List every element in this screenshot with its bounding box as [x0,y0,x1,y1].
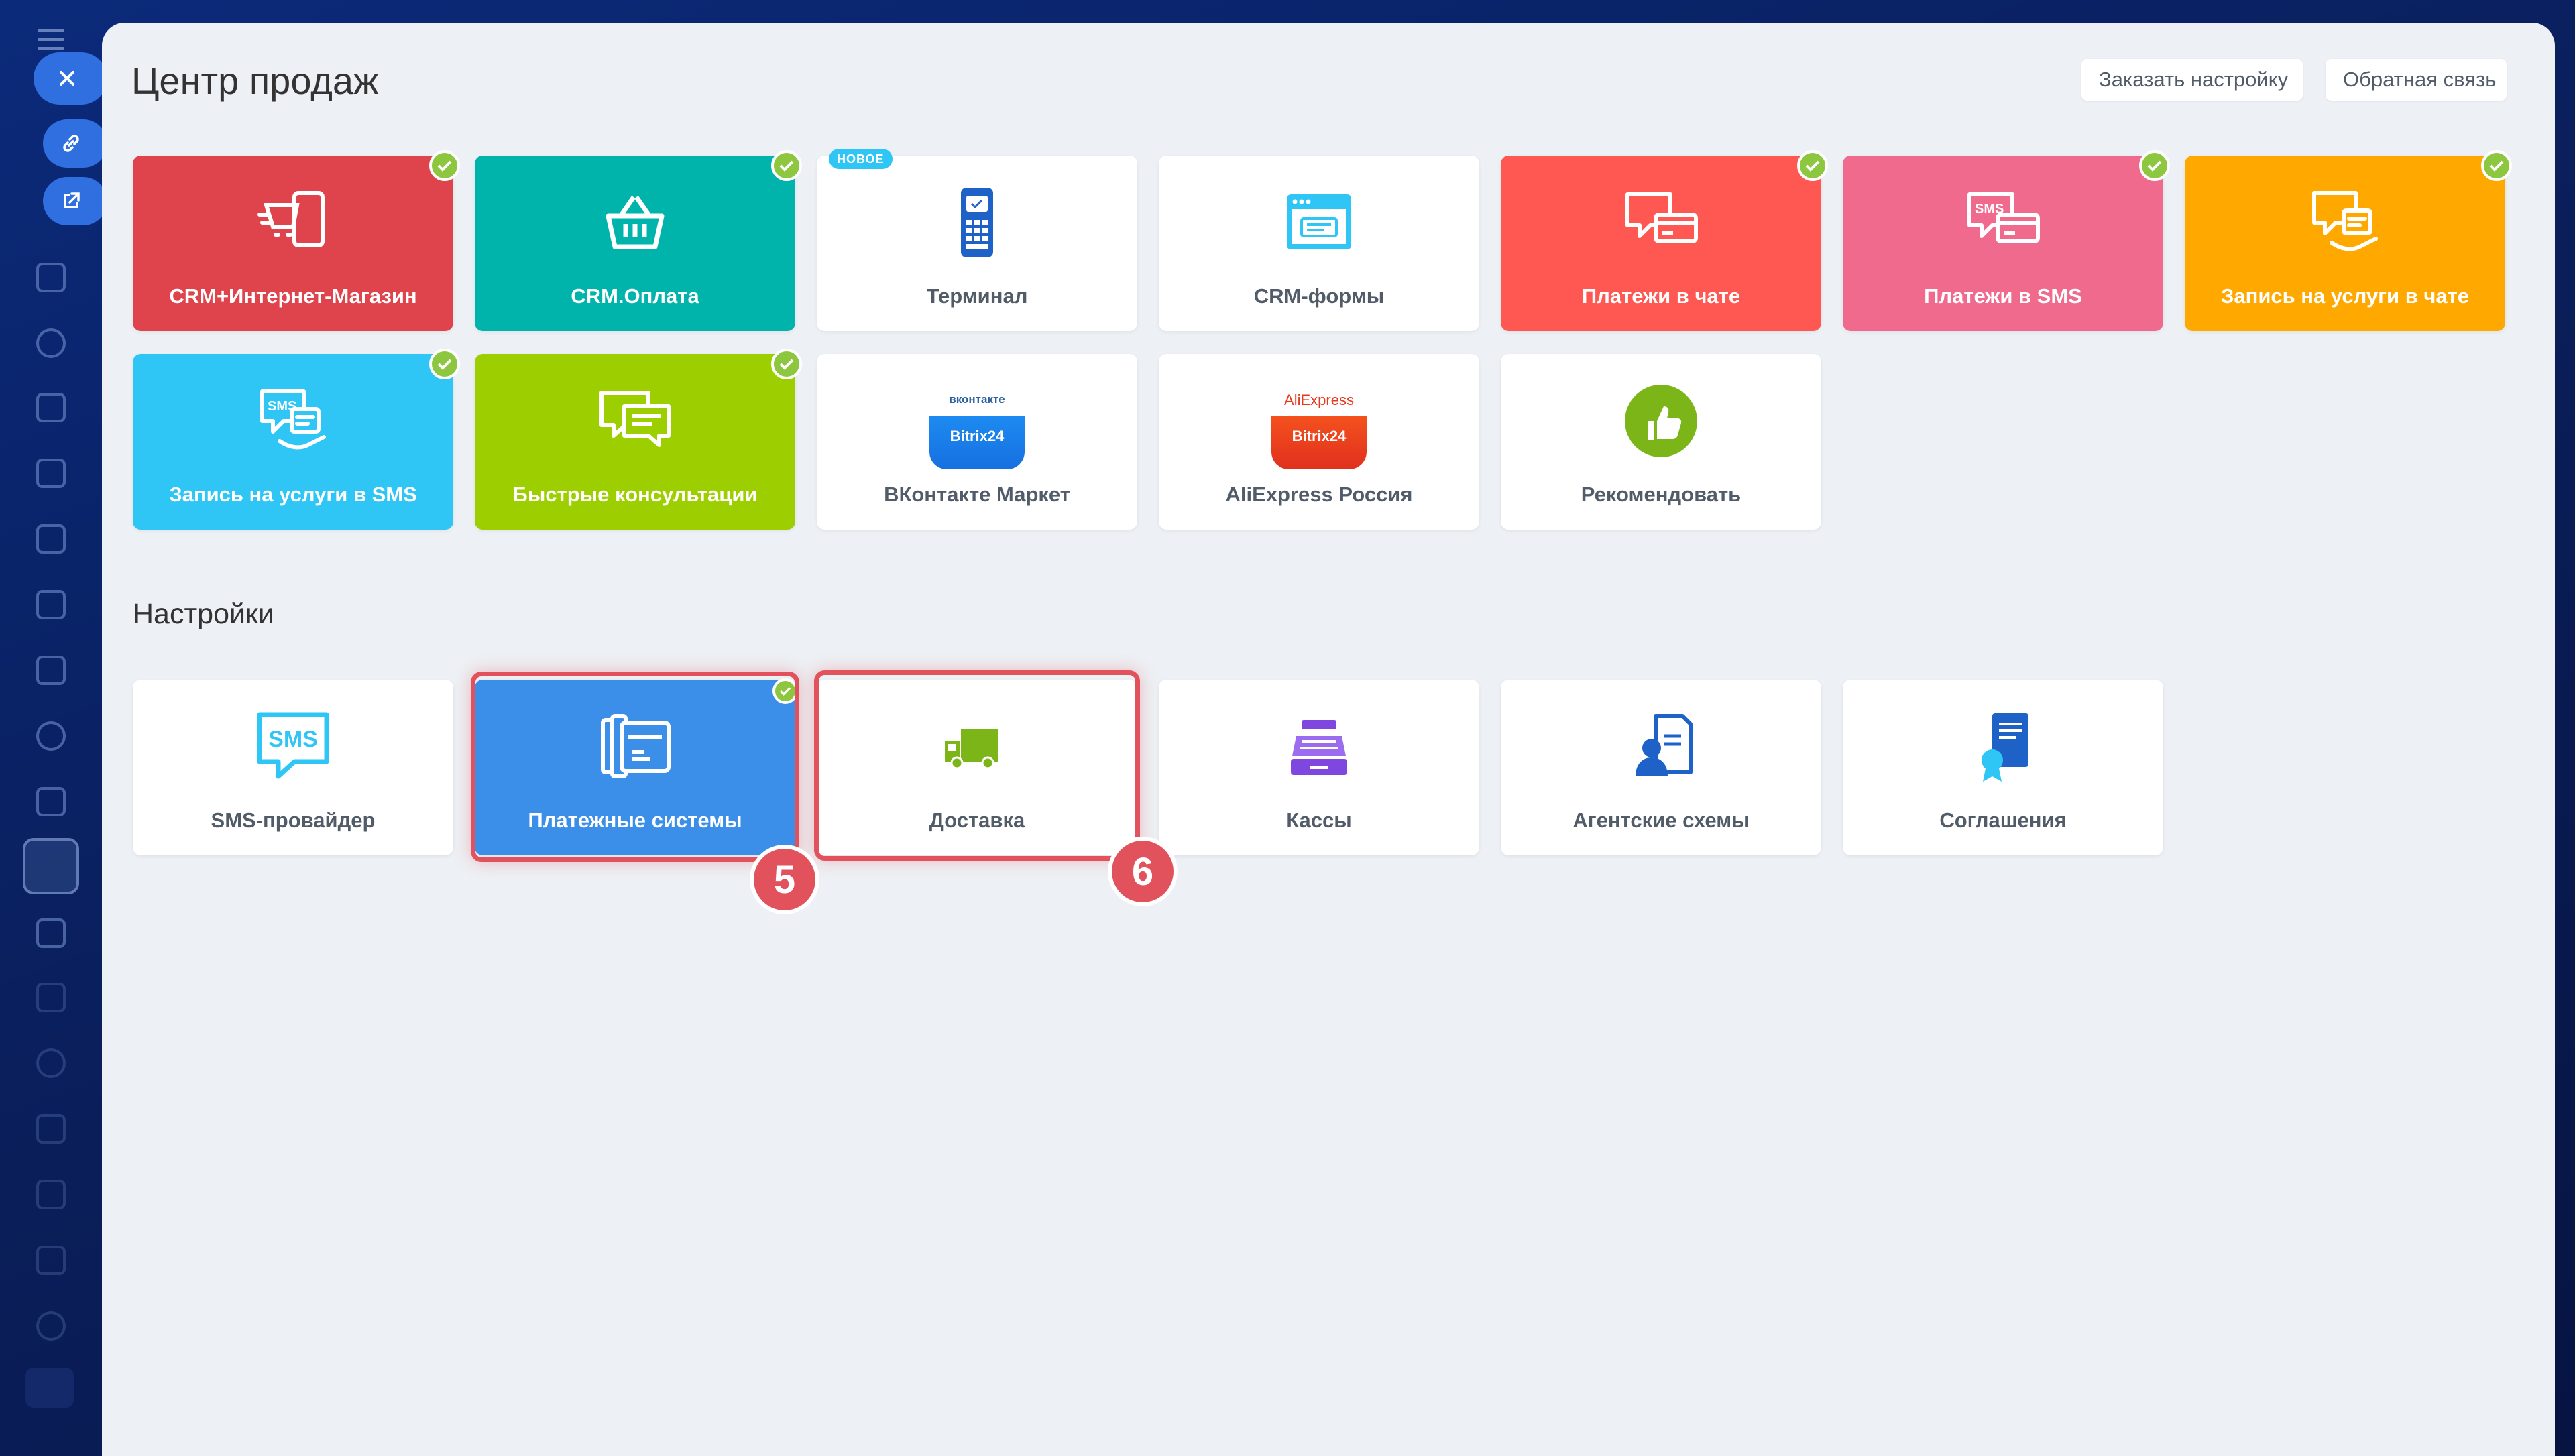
sms-booking-icon: SMS [260,389,326,450]
feedback-button[interactable]: Обратная связь [2326,59,2507,101]
pen-icon[interactable] [36,1246,66,1275]
thumbs-up-icon [1625,385,1697,457]
tile-agent-schemes[interactable]: Агентские схемы [1501,680,1821,855]
tile-label: Агентские схемы [1572,808,1750,832]
sales-center-panel: Центр продаж Заказать настройку Обратная… [102,23,2555,1456]
tile-terminal[interactable]: НОВОЕ Терминал [817,149,1137,331]
settings-icon[interactable] [36,1311,66,1341]
tile-vk-market[interactable]: вконтакте Bitrix24 ВКонтакте Маркет [817,354,1137,530]
tile-label: AliExpress Россия [1225,483,1413,506]
external-link-icon [64,192,80,208]
step-marker-5: 5 [750,845,819,914]
schedule-icon[interactable] [36,918,66,948]
tile-label: CRM.Оплата [571,284,699,308]
basket-icon [606,196,665,249]
check-icon [771,150,802,181]
sms-provider-icon: SMS [257,712,329,779]
bitrix-logo-text: Bitrix24 [950,428,1005,444]
chat-booking-icon [2312,191,2378,251]
tile-label: CRM-формы [1253,284,1385,308]
edit-doc-icon[interactable] [36,1180,66,1209]
consult-chat-icon [599,391,671,447]
target-icon[interactable] [36,1048,66,1078]
cart-phone-icon [258,191,325,247]
link-icon [63,135,79,152]
check-icon [2139,150,2170,181]
user-avatar[interactable] [25,1368,74,1408]
tile-chat-booking[interactable]: Запись на услуги в чате [2185,150,2512,331]
menu-icon[interactable] [38,29,64,50]
tile-sms-provider[interactable]: SMS SMS-провайдер [133,680,453,855]
sales-center-icon[interactable] [23,838,79,894]
agent-scheme-icon [1636,714,1693,776]
presentation-icon[interactable] [36,524,66,554]
new-badge: НОВОЕ [829,149,893,169]
tile-label: Соглашения [1939,808,2067,832]
aliexpress-logo-text: AliExpress [1284,391,1354,408]
sms-payment-icon: SMS [1967,192,2040,243]
check-icon [2481,150,2512,181]
tile-label: Быстрые консультации [512,483,758,506]
tile-crm-forms[interactable]: CRM-формы [1159,156,1479,331]
close-slider-button[interactable] [34,52,107,105]
tile-label: Терминал [926,284,1028,308]
agreement-icon [1982,713,2028,782]
bitrix-logo-text: Bitrix24 [1292,428,1347,444]
check-icon [429,349,460,379]
mail-icon[interactable] [36,656,66,685]
tile-label: Запись на услуги в чате [2220,284,2470,308]
highlight-payment-systems [471,672,799,862]
contacts-icon[interactable] [36,721,66,751]
vk-logo-text: вконтакте [949,393,1005,406]
vk-market-icon: вконтакте Bitrix24 [929,374,1025,469]
tile-sms-booking[interactable]: SMS Запись на услуги в SMS [133,349,460,530]
chat-payment-icon [1625,192,1698,243]
tile-cash-registers[interactable]: Кассы [1159,680,1479,855]
tile-crm-online-store[interactable]: CRM+Интернет-Магазин [133,150,460,331]
calendar-icon[interactable] [36,393,66,422]
check-icon [1797,150,1828,181]
close-icon [60,71,74,86]
document-icon[interactable] [36,263,66,292]
left-sidebar [0,0,107,1456]
highlight-delivery [814,670,1140,861]
sms-icon-text: SMS [268,727,318,752]
check-icon [429,150,460,181]
tile-label: CRM+Интернет-Магазин [169,284,417,308]
open-new-window-button[interactable] [43,177,107,225]
svg-text:SMS: SMS [1975,202,2004,217]
crm-form-icon [1287,194,1351,249]
aliexpress-icon: AliExpress Bitrix24 [1271,374,1367,469]
tile-label: ВКонтакте Маркет [884,483,1070,506]
tile-label: Рекомендовать [1581,483,1741,506]
tile-sms-payments[interactable]: SMS Платежи в SMS [1843,150,2170,331]
shop-cart-icon[interactable] [36,1114,66,1144]
svg-text:SMS: SMS [268,399,296,414]
tile-recommend[interactable]: Рекомендовать [1501,354,1821,530]
page-title: Центр продаж [131,60,379,102]
tile-quick-consult[interactable]: Быстрые консультации [475,349,802,530]
tile-label: Платежи в SMS [1924,284,2082,308]
check-icon [771,349,802,379]
tile-crm-payment[interactable]: CRM.Оплата [475,150,802,331]
file-icon[interactable] [36,459,66,488]
inbox-icon[interactable] [36,590,66,619]
terminal-icon [961,188,993,257]
tile-label: Кассы [1286,808,1352,832]
hexagon-icon[interactable] [36,328,66,358]
tile-label: SMS-провайдер [211,808,376,832]
step-marker-6: 6 [1108,837,1178,906]
store-icon[interactable] [36,983,66,1012]
copy-link-button[interactable] [43,119,107,168]
settings-title: Настройки [133,598,274,630]
cash-register-icon [1291,720,1347,775]
tasks-icon[interactable] [36,787,66,816]
tile-agreements[interactable]: Соглашения [1843,680,2163,855]
tile-label: Платежи в чате [1581,284,1741,308]
tile-chat-payments[interactable]: Платежи в чате [1501,150,1828,331]
tile-aliexpress[interactable]: AliExpress Bitrix24 AliExpress Россия [1159,354,1479,530]
order-setup-button[interactable]: Заказать настройку [2081,59,2303,101]
tile-label: Запись на услуги в SMS [169,483,417,506]
